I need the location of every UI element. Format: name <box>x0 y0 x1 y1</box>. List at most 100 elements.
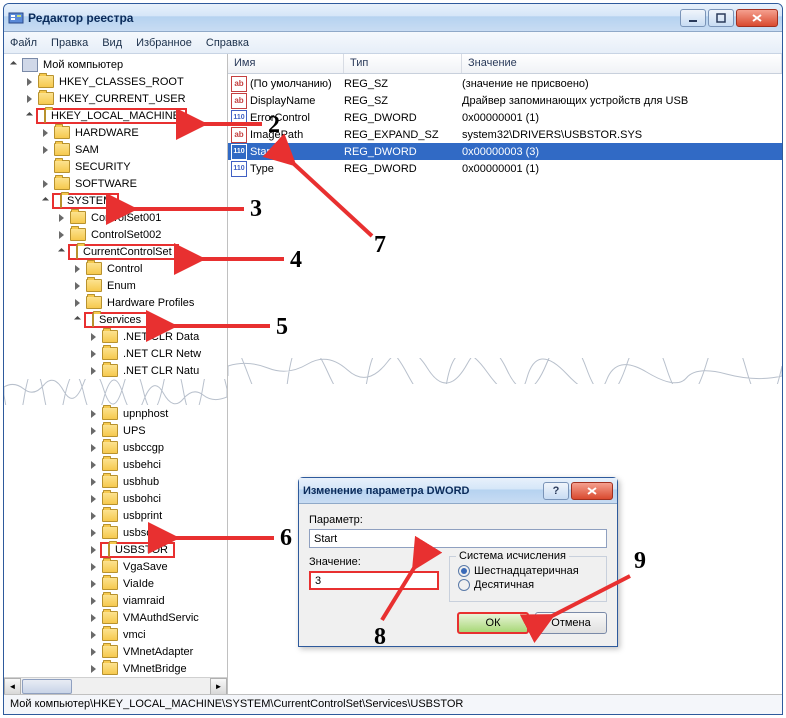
menu-view[interactable]: Вид <box>102 37 122 49</box>
binary-value-icon <box>231 161 247 177</box>
tree-row-hklm[interactable]: HKEY_LOCAL_MACHINE <box>4 107 227 124</box>
value-data: 0x00000001 (1) <box>462 163 782 175</box>
value-name: ErrorControl <box>250 112 344 124</box>
tree-row-cs002[interactable]: ControlSet002 <box>4 226 227 243</box>
value-name: DisplayName <box>250 95 344 107</box>
tree-row-netclrdata[interactable]: .NET CLR Data <box>4 328 227 345</box>
radio-dec-row[interactable]: Десятичная <box>458 579 598 591</box>
column-header-value[interactable]: Значение <box>462 54 782 73</box>
value-row[interactable]: ErrorControlREG_DWORD0x00000001 (1) <box>228 109 782 126</box>
folder-icon <box>102 560 118 573</box>
value-row[interactable]: ImagePathREG_EXPAND_SZsystem32\DRIVERS\U… <box>228 126 782 143</box>
tree-row-cs001[interactable]: ControlSet001 <box>4 209 227 226</box>
param-input[interactable] <box>309 529 607 548</box>
tree-row-sam[interactable]: SAM <box>4 141 227 158</box>
folder-icon <box>54 126 70 139</box>
folder-icon <box>102 330 118 343</box>
values-list[interactable]: (По умолчанию)REG_SZ(значение не присвое… <box>228 74 782 178</box>
tree-row-viaide[interactable]: ViaIde <box>4 575 227 592</box>
maximize-icon <box>716 13 726 23</box>
tree-row-usbccgp[interactable]: usbccgp <box>4 439 227 456</box>
torn-edge <box>4 379 227 405</box>
column-header-name[interactable]: Имя <box>228 54 344 73</box>
tree-row-usbohci[interactable]: usbohci <box>4 490 227 507</box>
computer-icon <box>22 58 38 72</box>
value-label: Значение: <box>309 556 439 568</box>
folder-icon <box>60 194 62 208</box>
string-value-icon <box>231 127 247 143</box>
tree-row-vgasave[interactable]: VgaSave <box>4 558 227 575</box>
ok-button[interactable]: ОК <box>457 612 529 634</box>
folder-icon <box>76 245 78 259</box>
tree-row-usbehci[interactable]: usbehci <box>4 456 227 473</box>
tree-row-hardware[interactable]: HARDWARE <box>4 124 227 141</box>
string-value-icon <box>231 93 247 109</box>
folder-icon <box>102 458 118 471</box>
maximize-button[interactable] <box>708 9 734 27</box>
cancel-button[interactable]: Отмена <box>535 612 607 634</box>
value-row[interactable]: StartREG_DWORD0x00000003 (3) <box>228 143 782 160</box>
folder-icon <box>54 143 70 156</box>
registry-tree[interactable]: Мой компьютер HKEY_CLASSES_ROOT HKEY_CUR… <box>4 54 227 381</box>
tree-row-control[interactable]: Control <box>4 260 227 277</box>
close-icon <box>586 486 598 496</box>
tree-row-usbstor[interactable]: USBSTOR <box>4 541 227 558</box>
scroll-right-button[interactable]: ► <box>210 678 227 694</box>
dialog-help-button[interactable]: ? <box>543 482 569 500</box>
value-row[interactable]: (По умолчанию)REG_SZ(значение не присвое… <box>228 75 782 92</box>
folder-icon <box>108 543 110 557</box>
tree-row-usbhub[interactable]: usbhub <box>4 473 227 490</box>
tree-row-viamraid[interactable]: viamraid <box>4 592 227 609</box>
radio-dec[interactable] <box>458 579 470 591</box>
tree-row-netclrnat[interactable]: .NET CLR Natu <box>4 362 227 379</box>
minimize-button[interactable] <box>680 9 706 27</box>
tree-row-computer[interactable]: Мой компьютер <box>4 56 227 73</box>
value-row[interactable]: DisplayNameREG_SZДрайвер запоминающих ус… <box>228 92 782 109</box>
folder-icon <box>102 364 118 377</box>
close-button[interactable] <box>736 9 778 27</box>
folder-icon <box>102 492 118 505</box>
scroll-thumb[interactable] <box>22 679 72 694</box>
tree-row-upnphost[interactable]: upnphost <box>4 405 227 422</box>
registry-tree-lower[interactable]: upnphost UPS usbccgp usbehci usbhub usbo… <box>4 403 227 694</box>
value-data: Драйвер запоминающих устройств для USB <box>462 95 782 107</box>
folder-icon <box>102 441 118 454</box>
tree-row-software[interactable]: SOFTWARE <box>4 175 227 192</box>
radio-hex[interactable] <box>458 565 470 577</box>
menu-file[interactable]: Файл <box>10 37 37 49</box>
value-row[interactable]: TypeREG_DWORD0x00000001 (1) <box>228 160 782 177</box>
scroll-left-button[interactable]: ◄ <box>4 678 21 694</box>
value-name: (По умолчанию) <box>250 78 344 90</box>
folder-icon <box>102 407 118 420</box>
tree-row-vmci[interactable]: vmci <box>4 626 227 643</box>
tree-row-vmnetadapter[interactable]: VMnetAdapter <box>4 643 227 660</box>
tree-row-vmnetbridge[interactable]: VMnetBridge <box>4 660 227 677</box>
tree-row-security[interactable]: SECURITY <box>4 158 227 175</box>
tree-row-services[interactable]: Services <box>4 311 227 328</box>
folder-icon <box>102 611 118 624</box>
tree-row-netclrnet[interactable]: .NET CLR Netw <box>4 345 227 362</box>
tree-row-ups[interactable]: UPS <box>4 422 227 439</box>
radio-hex-row[interactable]: Шестнадцатеричная <box>458 565 598 577</box>
radix-legend: Система исчисления <box>456 550 569 562</box>
tree-row-system[interactable]: SYSTEM <box>4 192 227 209</box>
tree-row-usbprint[interactable]: usbprint <box>4 507 227 524</box>
value-name: ImagePath <box>250 129 344 141</box>
radio-hex-label: Шестнадцатеричная <box>474 565 579 577</box>
tree-row-hwprofiles[interactable]: Hardware Profiles <box>4 294 227 311</box>
menu-edit[interactable]: Правка <box>51 37 88 49</box>
statusbar-path: Мой компьютер\HKEY_LOCAL_MACHINE\SYSTEM\… <box>10 698 463 710</box>
dialog-title: Изменение параметра DWORD <box>303 485 543 497</box>
menu-help[interactable]: Справка <box>206 37 249 49</box>
column-header-type[interactable]: Тип <box>344 54 462 73</box>
tree-row-hkcr[interactable]: HKEY_CLASSES_ROOT <box>4 73 227 90</box>
tree-row-ccs[interactable]: CurrentControlSet <box>4 243 227 260</box>
menu-favorites[interactable]: Избранное <box>136 37 192 49</box>
tree-row-vmauthd[interactable]: VMAuthdServic <box>4 609 227 626</box>
value-input[interactable] <box>309 571 439 590</box>
tree-row-hkcu[interactable]: HKEY_CURRENT_USER <box>4 90 227 107</box>
dialog-close-button[interactable] <box>571 482 613 500</box>
tree-horizontal-scrollbar[interactable]: ◄ ► <box>4 677 227 694</box>
tree-row-enum[interactable]: Enum <box>4 277 227 294</box>
tree-row-usbscan[interactable]: usbscan <box>4 524 227 541</box>
